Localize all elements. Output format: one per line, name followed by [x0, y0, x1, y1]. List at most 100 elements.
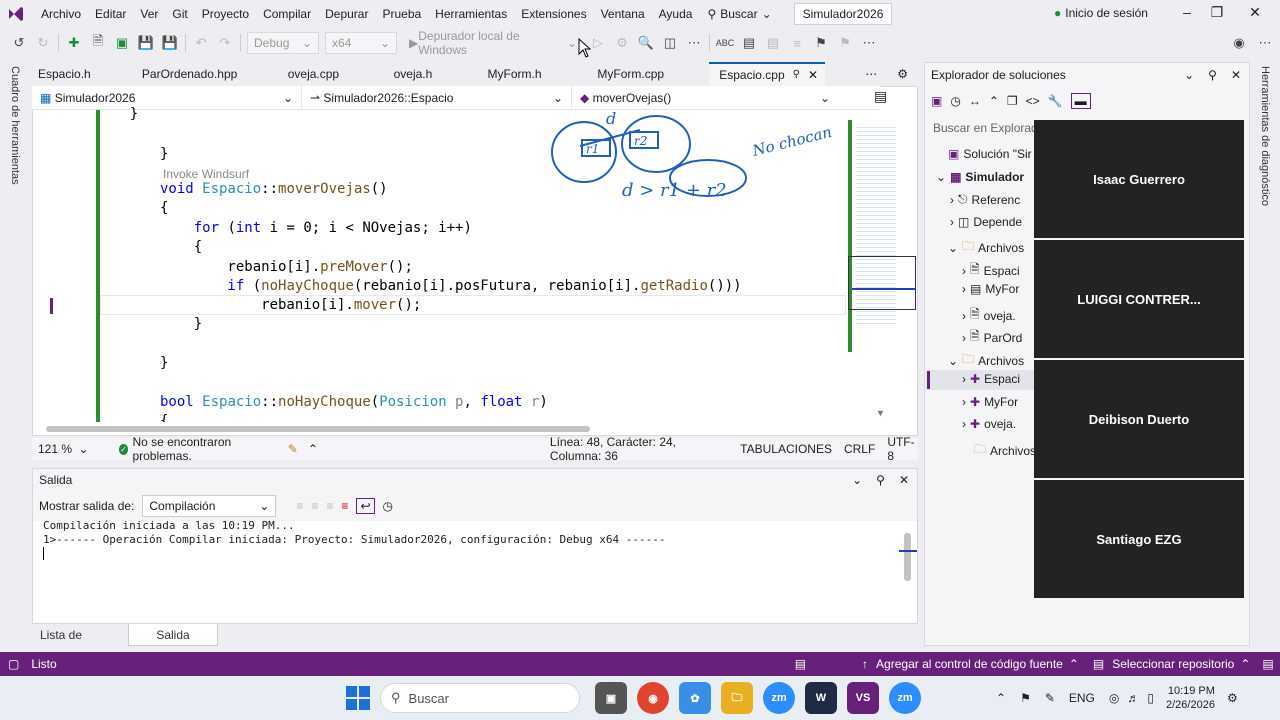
close-icon[interactable]: ✕	[899, 473, 909, 487]
wrench-icon[interactable]: 🔧	[1048, 94, 1063, 108]
forward-icon[interactable]: ↻	[34, 34, 52, 52]
menu-ventana[interactable]: Ventana	[594, 0, 652, 28]
pin-icon[interactable]: ⚲	[876, 473, 885, 487]
redo-icon[interactable]: ↷	[216, 34, 234, 52]
indent-mode[interactable]: TABULACIONES	[740, 442, 832, 456]
file-encoding[interactable]: UTF-8	[887, 435, 918, 463]
bell-icon[interactable]: ▤	[1262, 657, 1273, 671]
cursor-position[interactable]: Línea: 48, Carácter: 24, Columna: 36	[550, 435, 728, 463]
zoom-select[interactable]: 121 % ⌄	[38, 442, 89, 456]
tab-espacio-cpp[interactable]: Espacio.cpp ⚲ ✕	[709, 62, 826, 86]
zoom-icon[interactable]: zm	[889, 682, 921, 714]
windsurf-icon[interactable]: W	[805, 682, 837, 714]
line-endings[interactable]: CRLF	[844, 442, 875, 456]
windsurf-hint[interactable]: Invoke Windsurf	[163, 167, 249, 181]
menu-editar[interactable]: Editar	[88, 0, 133, 28]
indent-icon[interactable]: ≡	[788, 34, 806, 52]
tree-folder-resources[interactable]: 🗀 Archivos	[974, 440, 1036, 461]
output-source-select[interactable]: Compilación ⌄	[142, 495, 277, 517]
maximize-icon[interactable]: ❐	[1202, 4, 1232, 21]
visual-studio-logo-icon[interactable]	[6, 4, 26, 24]
menu-git[interactable]: Git	[165, 0, 194, 28]
tree-file[interactable]: › 🗎 ParOrd	[962, 327, 1022, 348]
layout-icon[interactable]: ◫	[661, 34, 679, 52]
tree-project[interactable]: ⌄ ▦ Simulador	[936, 170, 1024, 184]
participant-tile[interactable]: LUIGGI CONTRER...	[1034, 240, 1244, 358]
tree-file[interactable]: › ✚ oveja.	[962, 417, 1016, 431]
toolbox-strip[interactable]: Cuadro de herramientas	[0, 58, 28, 650]
tab-oveja-cpp[interactable]: oveja.cpp	[278, 62, 384, 86]
platform-select[interactable]: x64 ⌄	[325, 32, 397, 54]
uncomment-icon[interactable]: ▤	[764, 34, 782, 52]
go-to-next-icon[interactable]: ≡	[311, 499, 318, 513]
chrome-icon[interactable]: ◉	[637, 682, 669, 714]
task-view-icon[interactable]: ▣	[595, 682, 627, 714]
chevron-up-icon[interactable]: ⌃	[996, 691, 1006, 705]
code-icon[interactable]: <>	[1026, 94, 1040, 108]
participant-tile[interactable]: Isaac Guerrero	[1034, 120, 1244, 238]
battery-icon[interactable]: ▯	[1147, 691, 1154, 705]
brush-icon[interactable]: ✎	[288, 442, 298, 456]
find-in-files-icon[interactable]: 🔍	[637, 34, 655, 52]
menu-ver[interactable]: Ver	[133, 0, 165, 28]
signin-button[interactable]: ● Inicio de sesión	[1054, 6, 1148, 20]
pin-icon[interactable]: ⚲	[1208, 68, 1217, 82]
config-select[interactable]: Debug ⌄	[247, 32, 319, 54]
bookmark-icon[interactable]: ⚑	[812, 34, 830, 52]
history-icon[interactable]: ◷	[950, 94, 960, 108]
tree-dependencies[interactable]: › ◫ Depende	[950, 215, 1022, 229]
go-to-prev-icon[interactable]: ≡	[296, 499, 303, 513]
notifications-icon[interactable]: ▤	[795, 657, 806, 671]
menu-proyecto[interactable]: Proyecto	[195, 0, 256, 28]
collapse-icon[interactable]: ⌃	[989, 94, 999, 108]
word-wrap-icon[interactable]: ↩	[356, 498, 375, 514]
tree-file-selected[interactable]: › ✚ Espaci	[962, 372, 1020, 386]
windows-start-icon[interactable]	[346, 686, 370, 710]
timestamp-icon[interactable]: ◷	[383, 499, 393, 513]
more-icon[interactable]: ⋯	[685, 34, 703, 52]
volume-icon[interactable]: ♬	[1127, 691, 1139, 705]
tree-file[interactable]: › 🗎 Espaci	[962, 260, 1020, 281]
add-item-icon[interactable]: ▣	[113, 34, 131, 52]
switch-views-icon[interactable]: ▣	[931, 94, 942, 108]
gear-icon[interactable]: ⚙	[887, 62, 918, 86]
spellcheck-icon[interactable]: ABC	[716, 34, 735, 52]
output-scrollbar[interactable]	[904, 533, 911, 581]
language-indicator[interactable]: ENG	[1069, 691, 1095, 705]
preview-icon[interactable]: ▬	[1070, 93, 1091, 109]
back-icon[interactable]: ↺	[10, 34, 28, 52]
start-debugger-button[interactable]: ▶ Depurador local de Windows ⌄	[403, 29, 583, 57]
close-icon[interactable]: ✕	[808, 64, 818, 86]
clear-all-icon[interactable]: ≡	[341, 499, 348, 513]
clock[interactable]: 10:19 PM 2/26/2026	[1166, 684, 1215, 712]
menu-depurar[interactable]: Depurar	[318, 0, 375, 28]
new-project-icon[interactable]: ✚	[65, 34, 83, 52]
undo-icon[interactable]: ↶	[192, 34, 210, 52]
pin-icon[interactable]: ⚲	[793, 64, 800, 86]
taskbar-search[interactable]: ⚲ Buscar	[380, 683, 580, 713]
horizontal-scrollbar[interactable]	[46, 426, 590, 432]
diagnostics-strip[interactable]: Herramientas de diagnóstico	[1250, 58, 1280, 650]
participant-tile[interactable]: Santiago EZG	[1034, 480, 1244, 598]
tab-overflow-icon[interactable]: ⋯	[855, 62, 887, 86]
find-icon[interactable]: ≡	[326, 499, 333, 513]
tree-references[interactable]: › ⎋ Referenc	[950, 192, 1020, 207]
open-file-icon[interactable]: 🗎	[89, 33, 107, 52]
notification-center-icon[interactable]: ⚙	[1227, 691, 1238, 705]
minimap-viewport[interactable]	[848, 256, 916, 310]
minimize-icon[interactable]: –	[1172, 4, 1202, 20]
comment-icon[interactable]: ▤	[740, 34, 758, 52]
file-explorer-icon[interactable]: 🗀	[721, 682, 753, 714]
menu-archivo[interactable]: Archivo	[34, 0, 88, 28]
menu-herramientas[interactable]: Herramientas	[428, 0, 514, 28]
add-to-source-control[interactable]: Agregar al control de código fuente	[876, 657, 1063, 671]
menu-compilar[interactable]: Compilar	[256, 0, 318, 28]
copilot-icon[interactable]: ◉	[1230, 34, 1248, 52]
output-window-icon[interactable]: ▢	[8, 657, 19, 671]
tab-espacio-h[interactable]: Espacio.h	[28, 62, 132, 86]
close-window-icon[interactable]: ✕	[1240, 4, 1270, 21]
prev-bookmark-icon[interactable]: ⚑	[836, 34, 854, 52]
scroll-down-icon[interactable]: ▼	[876, 408, 885, 418]
copy-icon[interactable]: ❐	[1007, 94, 1018, 108]
hot-reload-icon[interactable]: ⚙	[613, 34, 631, 52]
